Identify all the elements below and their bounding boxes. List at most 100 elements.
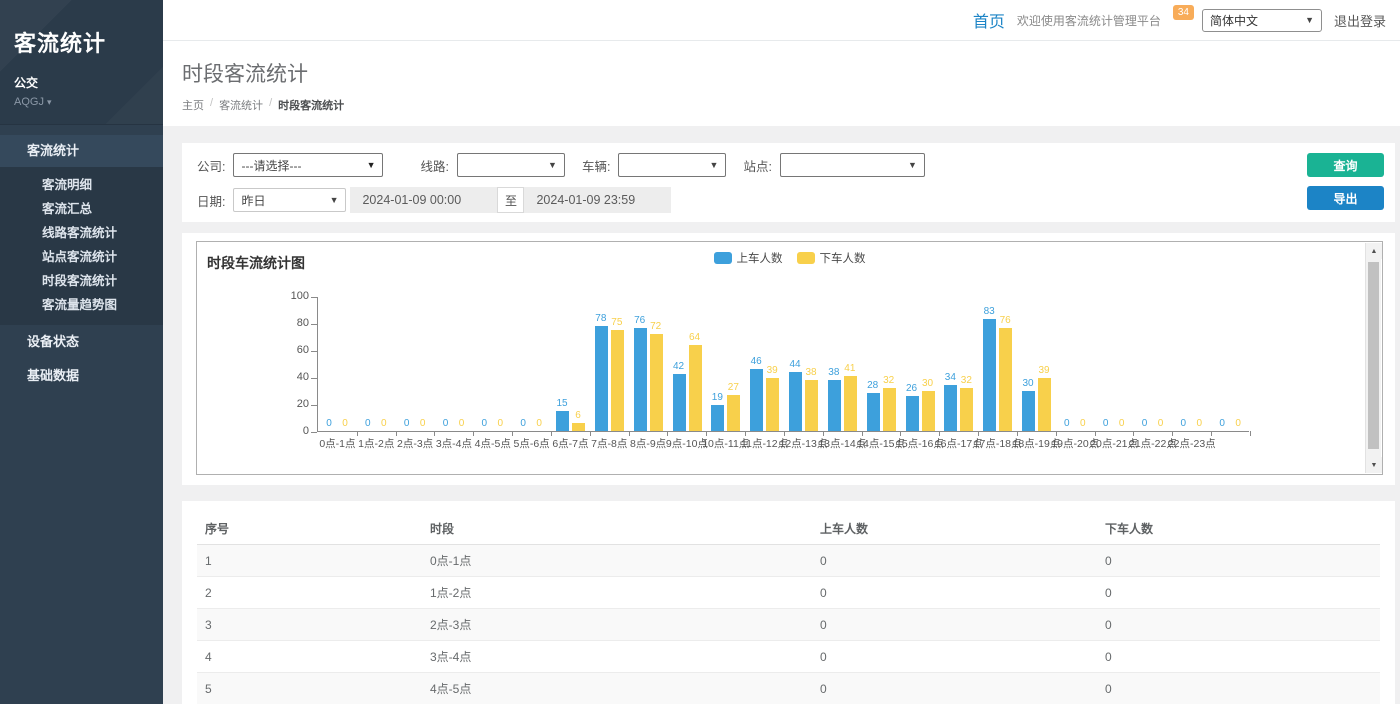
table-row: 10点-1点00 — [197, 545, 1380, 577]
date-end-input[interactable]: 2024-01-09 23:59 — [524, 187, 671, 213]
chart-category-23: 00 — [1211, 297, 1250, 431]
legend-label-boarding: 上车人数 — [737, 250, 783, 266]
table-header-row: 序号 时段 上车人数 下车人数 — [197, 513, 1380, 545]
table-cell: 0 — [1097, 577, 1380, 609]
language-value: 简体中文 — [1210, 12, 1258, 29]
app-logo: 客流统计 — [14, 26, 163, 58]
legend-swatch-boarding — [714, 252, 732, 264]
date-start-input[interactable]: 2024-01-09 00:00 — [350, 187, 497, 213]
company-label: 公司: — [197, 156, 225, 175]
table-cell: 0点-1点 — [422, 545, 812, 577]
bar-value-alighting: 41 — [835, 363, 865, 374]
chart-category-0: 00 — [318, 297, 357, 431]
stats-table: 序号 时段 上车人数 下车人数 10点-1点0021点-2点0032点-3点00… — [197, 513, 1380, 704]
dropdown-arrow-icon: ▼ — [367, 160, 376, 170]
chart-category-11: 4639 — [745, 297, 784, 431]
line-label: 线路: — [420, 156, 448, 175]
content: 公司: ---请选择--- ▼ 线路: ▼ 车辆: ▼ 站点 — [163, 126, 1400, 704]
export-button[interactable]: 导出 — [1307, 186, 1384, 210]
scrollbar-thumb[interactable] — [1368, 262, 1379, 449]
breadcrumb-separator: / — [269, 97, 272, 113]
x-axis-label-22: 22点-23点 — [1168, 436, 1216, 451]
breadcrumb-separator: / — [210, 97, 213, 113]
table-cell: 0 — [812, 577, 1097, 609]
x-axis-label-3: 3点-4点 — [436, 436, 472, 451]
bar-alighting — [650, 334, 663, 431]
line-select[interactable]: ▼ — [457, 153, 565, 177]
bar-alighting — [611, 330, 624, 431]
table-head: 序号 时段 上车人数 下车人数 — [197, 513, 1380, 545]
language-select[interactable]: 简体中文 ▼ — [1202, 9, 1322, 32]
filter-buttons: 查询 导出 — [1307, 153, 1384, 210]
sidebar-subitem-3[interactable]: 站点客流统计 — [0, 245, 163, 269]
bar-boarding — [867, 393, 880, 431]
chevron-down-icon: ▼ — [548, 160, 557, 170]
table-cell: 0 — [812, 545, 1097, 577]
chart-category-1: 00 — [357, 297, 396, 431]
bar-boarding — [983, 319, 996, 431]
page-heading: 时段客流统计 主页 / 客流统计 / 时段客流统计 — [163, 41, 1400, 126]
date-preset-select[interactable]: 昨日 ▼ — [233, 188, 346, 212]
breadcrumb-item-1[interactable]: 客流统计 — [219, 97, 263, 113]
vehicle-select[interactable]: ▼ — [618, 153, 726, 177]
bar-value-alighting: 0 — [1223, 418, 1253, 429]
scroll-up-icon[interactable]: ▲ — [1366, 243, 1382, 259]
sidebar-subitem-5[interactable]: 客流量趋势图 — [0, 293, 163, 317]
breadcrumb-item-0[interactable]: 主页 — [182, 97, 204, 113]
sidebar-subitem-0[interactable]: 客流明细 — [0, 173, 163, 197]
bar-boarding — [906, 396, 919, 431]
bar-value-boarding: 30 — [1013, 378, 1043, 389]
chart-category-22: 00 — [1172, 297, 1211, 431]
bar-value-alighting: 32 — [951, 375, 981, 386]
station-select[interactable]: ▼ — [780, 153, 925, 177]
y-axis-label: 20 — [219, 398, 309, 410]
sidebar-item-2[interactable]: 基础数据 — [0, 359, 163, 393]
bar-value-alighting: 64 — [680, 332, 710, 343]
bar-boarding — [711, 405, 724, 431]
x-axis-label-0: 0点-1点 — [319, 436, 355, 451]
bar-alighting — [805, 380, 818, 431]
sidebar-item-1[interactable]: 设备状态 — [0, 325, 163, 359]
legend-item-alighting[interactable]: 下车人数 — [797, 250, 866, 266]
company-select[interactable]: ---请选择--- ▼ — [233, 153, 383, 177]
home-link[interactable]: 首页 — [973, 8, 1005, 32]
scroll-down-icon[interactable]: ▼ — [1366, 457, 1382, 473]
table-cell: 0 — [1097, 609, 1380, 641]
table-row: 32点-3点00 — [197, 609, 1380, 641]
logout-link[interactable]: 退出登录 — [1334, 11, 1386, 30]
bar-alighting — [572, 423, 585, 431]
org-code-dropdown[interactable]: AQGJ ▾ — [14, 96, 163, 108]
bar-value-alighting: 76 — [990, 315, 1020, 326]
chart-category-5: 00 — [512, 297, 551, 431]
sidebar-subitem-4[interactable]: 时段客流统计 — [0, 269, 163, 293]
y-axis-tick — [311, 378, 317, 379]
chart-category-3: 00 — [435, 297, 474, 431]
sidebar-item-0[interactable]: 客流统计 — [0, 135, 163, 167]
chart-scrollbar[interactable]: ▲ ▼ — [1365, 243, 1381, 473]
query-button[interactable]: 查询 — [1307, 153, 1384, 177]
table-cell: 2点-3点 — [422, 609, 812, 641]
bar-value-alighting: 39 — [1029, 365, 1059, 376]
chart-category-14: 2832 — [862, 297, 901, 431]
y-axis-tick — [311, 432, 317, 433]
sidebar-subitem-1[interactable]: 客流汇总 — [0, 197, 163, 221]
bar-alighting — [922, 391, 935, 432]
bar-boarding — [828, 380, 841, 431]
chart-category-21: 00 — [1134, 297, 1173, 431]
filter-row-2: 日期: 昨日 ▼ 2024-01-09 00:00 至 2024-01-09 2… — [197, 187, 1380, 213]
sidebar-subitem-2[interactable]: 线路客流统计 — [0, 221, 163, 245]
table-cell: 1 — [197, 545, 422, 577]
bar-value-alighting: 27 — [718, 382, 748, 393]
table-cell: 0 — [812, 673, 1097, 704]
chart-plot: 000点-1点001点-2点002点-3点003点-4点004点-5点005点-… — [317, 297, 1249, 432]
welcome-text: 欢迎使用客流统计管理平台 — [1017, 12, 1161, 29]
chart-category-10: 1927 — [706, 297, 745, 431]
bar-boarding — [673, 374, 686, 431]
table-cell: 4 — [197, 641, 422, 673]
legend-item-boarding[interactable]: 上车人数 — [714, 250, 783, 266]
y-axis-label: 80 — [219, 317, 309, 329]
bar-value-alighting: 6 — [563, 410, 593, 421]
breadcrumb-item-2: 时段客流统计 — [278, 97, 344, 113]
breadcrumb: 主页 / 客流统计 / 时段客流统计 — [182, 97, 1400, 113]
bar-alighting — [883, 388, 896, 431]
